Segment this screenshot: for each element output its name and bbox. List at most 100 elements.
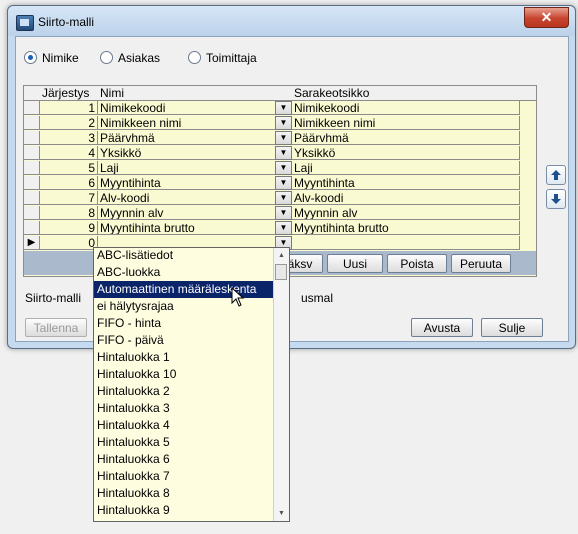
cell-column-title[interactable]: Yksikkö: [292, 146, 520, 160]
move-down-button[interactable]: [546, 189, 566, 209]
arrow-up-icon: [551, 170, 561, 180]
table-row[interactable]: 6 Myyntihinta ▼ Myyntihinta: [24, 176, 536, 191]
table-row[interactable]: 1 Nimikekoodi ▼ Nimikekoodi: [24, 101, 536, 116]
cell-column-title[interactable]: Alv-koodi: [292, 191, 520, 205]
row-indicator[interactable]: [24, 176, 40, 190]
dropdown-option[interactable]: Hintaluokka 3: [94, 400, 275, 417]
cell-name[interactable]: Nimikekoodi: [98, 101, 293, 115]
scroll-down-icon[interactable]: ▼: [274, 506, 289, 521]
radio-dot[interactable]: [24, 51, 37, 64]
cell-name[interactable]: Yksikkö: [98, 146, 293, 160]
radio-dot[interactable]: [100, 51, 113, 64]
help-button[interactable]: Avusta: [411, 318, 473, 337]
cell-column-title[interactable]: Nimikekoodi: [292, 101, 520, 115]
cell-order[interactable]: 5: [40, 161, 98, 175]
dropdown-arrow-icon[interactable]: ▼: [275, 161, 292, 175]
dropdown-arrow-icon[interactable]: ▼: [275, 116, 292, 130]
header-order: Järjestys: [42, 86, 90, 100]
cell-order[interactable]: 3: [40, 131, 98, 145]
cell-name[interactable]: Laji: [98, 161, 293, 175]
dropdown-option[interactable]: Automaattinen määräleskenta: [94, 281, 275, 298]
table-row[interactable]: 8 Myynnin alv ▼ Myynnin alv: [24, 206, 536, 221]
dropdown-option[interactable]: ABC-lisätiedot: [94, 248, 275, 264]
close-button[interactable]: Sulje: [481, 318, 543, 337]
template-label-partial: usmal: [301, 291, 334, 305]
dropdown-option[interactable]: Hintaluokka 6: [94, 451, 275, 468]
cell-column-title[interactable]: Nimikkeen nimi: [292, 116, 520, 130]
dropdown-arrow-icon[interactable]: ▼: [275, 206, 292, 220]
cell-name[interactable]: Myyntihinta: [98, 176, 293, 190]
row-indicator[interactable]: [24, 221, 40, 235]
dropdown-arrow-icon[interactable]: ▼: [275, 101, 292, 115]
table-row[interactable]: 4 Yksikkö ▼ Yksikkö: [24, 146, 536, 161]
cell-column-title[interactable]: Päärvhmä: [292, 131, 520, 145]
dropdown-option[interactable]: Hintaluokka 10: [94, 366, 275, 383]
dropdown-option[interactable]: Hintaluokka 4: [94, 417, 275, 434]
cell-order[interactable]: 1: [40, 101, 98, 115]
dropdown-option[interactable]: ABC-luokka: [94, 264, 275, 281]
cell-column-title[interactable]: Myyntihinta brutto: [292, 221, 520, 235]
cell-column-title[interactable]: Laji: [292, 161, 520, 175]
radio-dot[interactable]: [188, 51, 201, 64]
dropdown-option[interactable]: Hintaluokka 7: [94, 468, 275, 485]
cell-name[interactable]: Myynnin alv: [98, 206, 293, 220]
header-name: Nimi: [100, 86, 124, 100]
cell-order[interactable]: 2: [40, 116, 98, 130]
table-row[interactable]: 3 Päärvhmä ▼ Päärvhmä: [24, 131, 536, 146]
title-bar[interactable]: Siirto-malli ✕: [8, 6, 575, 36]
cell-order[interactable]: 0: [40, 236, 98, 250]
table-row[interactable]: 2 Nimikkeen nimi ▼ Nimikkeen nimi: [24, 116, 536, 131]
table-row[interactable]: 5 Laji ▼ Laji: [24, 161, 536, 176]
dropdown-option[interactable]: Hintaluokka 1: [94, 349, 275, 366]
cell-order[interactable]: 7: [40, 191, 98, 205]
cell-column-title[interactable]: [292, 236, 520, 250]
dropdown-option[interactable]: ei hälytysrajaa: [94, 298, 275, 315]
cell-order[interactable]: 9: [40, 221, 98, 235]
arrow-down-icon: [551, 194, 561, 204]
dropdown-option[interactable]: Hintaluokka 8: [94, 485, 275, 502]
row-indicator[interactable]: [24, 146, 40, 160]
radio-nimike[interactable]: Nimike: [24, 51, 79, 65]
dropdown-scrollbar[interactable]: ▲ ▼: [273, 248, 289, 521]
cell-name[interactable]: Myyntihinta brutto: [98, 221, 293, 235]
cell-order[interactable]: 6: [40, 176, 98, 190]
row-indicator[interactable]: [24, 101, 40, 115]
radio-label: Asiakas: [118, 51, 161, 65]
row-indicator[interactable]: [24, 116, 40, 130]
close-window-button[interactable]: ✕: [524, 7, 569, 28]
dropdown-option[interactable]: FIFO - päivä: [94, 332, 275, 349]
radio-asiakas[interactable]: Asiakas: [100, 51, 160, 65]
dropdown-option[interactable]: Hintaluokka 5: [94, 434, 275, 451]
scroll-up-icon[interactable]: ▲: [274, 248, 289, 263]
cancel-button[interactable]: Peruuta: [451, 254, 511, 273]
cell-column-title[interactable]: Myynnin alv: [292, 206, 520, 220]
save-button[interactable]: Tallenna: [25, 318, 87, 337]
cell-name[interactable]: Alv-koodi: [98, 191, 293, 205]
dropdown-arrow-icon[interactable]: ▼: [275, 176, 292, 190]
dropdown-arrow-icon[interactable]: ▼: [275, 131, 292, 145]
dropdown-arrow-icon[interactable]: ▼: [275, 191, 292, 205]
delete-button[interactable]: Poista: [387, 254, 447, 273]
scroll-thumb[interactable]: [275, 264, 287, 280]
row-indicator[interactable]: [24, 161, 40, 175]
cell-order[interactable]: 8: [40, 206, 98, 220]
cell-column-title[interactable]: Myyntihinta: [292, 176, 520, 190]
move-up-button[interactable]: [546, 165, 566, 185]
cell-name[interactable]: Nimikkeen nimi: [98, 116, 293, 130]
cell-order[interactable]: 4: [40, 146, 98, 160]
dropdown-arrow-icon[interactable]: ▼: [275, 221, 292, 235]
row-indicator[interactable]: ▶: [24, 236, 40, 250]
dropdown-arrow-icon[interactable]: ▼: [275, 146, 292, 160]
table-row[interactable]: 9 Myyntihinta brutto ▼ Myyntihinta brutto: [24, 221, 536, 236]
row-indicator[interactable]: [24, 206, 40, 220]
dropdown-option[interactable]: Hintaluokka 9: [94, 502, 275, 519]
dropdown-option[interactable]: FIFO - hinta: [94, 315, 275, 332]
new-button[interactable]: Uusi: [327, 254, 383, 273]
radio-toimittaja[interactable]: Toimittaja: [188, 51, 257, 65]
name-dropdown-list[interactable]: ABC-lisätiedot ABC-luokka Automaattinen mä…: [93, 247, 290, 522]
cell-name[interactable]: Päärvhmä: [98, 131, 293, 145]
row-indicator[interactable]: [24, 191, 40, 205]
row-indicator[interactable]: [24, 131, 40, 145]
table-row[interactable]: 7 Alv-koodi ▼ Alv-koodi: [24, 191, 536, 206]
dropdown-option[interactable]: Hintaluokka 2: [94, 383, 275, 400]
